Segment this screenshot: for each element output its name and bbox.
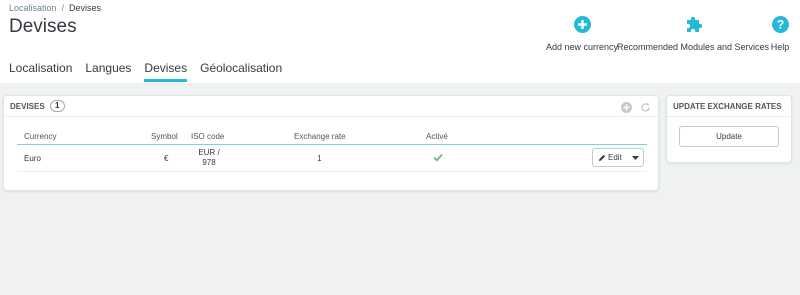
add-icon[interactable]	[618, 100, 634, 114]
edit-button-group: Edit	[592, 148, 644, 167]
tab-devises[interactable]: Devises	[144, 61, 188, 82]
table-header: Currency Symbol ISO code Exchange rate A…	[17, 127, 647, 145]
recommended-modules-button[interactable]: Recommended Modules and Services	[617, 12, 769, 52]
add-new-currency-button[interactable]: Add new currency	[546, 12, 618, 52]
update-button[interactable]: Update	[679, 126, 779, 147]
add-new-currency-label: Add new currency	[545, 42, 619, 52]
breadcrumb: Localisation / Devises	[9, 3, 101, 13]
tab-geolocalisation[interactable]: Géolocalisation	[200, 61, 282, 82]
cell-exchange-rate: 1	[317, 154, 322, 163]
tab-langues[interactable]: Langues	[85, 61, 131, 82]
panel-actions	[615, 100, 653, 114]
cell-iso-code: EUR / 978	[197, 148, 221, 168]
currencies-panel: Devises 1 Currency Symbol ISO code Excha…	[3, 95, 659, 191]
tabs: Localisation Langues Devises Géolocalisa…	[9, 61, 295, 82]
tab-localisation[interactable]: Localisation	[9, 61, 72, 82]
cell-currency: Euro	[24, 154, 41, 163]
iso-code-line2: 978	[202, 158, 216, 167]
help-button[interactable]: ? Help	[769, 12, 791, 52]
col-exchange-rate[interactable]: Exchange rate	[294, 132, 346, 141]
cell-symbol: €	[164, 154, 169, 163]
caret-down-icon[interactable]	[627, 149, 643, 166]
currencies-panel-title: Devises	[10, 101, 45, 111]
exchange-rates-panel: Update exchange rates Update	[666, 95, 792, 163]
edit-button-label: Edit	[608, 153, 622, 162]
table-row[interactable]: Euro € EUR / 978 1 Edit	[17, 145, 647, 172]
col-currency[interactable]: Currency	[24, 132, 56, 141]
plus-circle-icon	[573, 12, 591, 36]
currencies-table: Currency Symbol ISO code Exchange rate A…	[17, 127, 647, 172]
puzzle-icon	[684, 12, 703, 36]
page-title: Devises	[9, 16, 77, 37]
currency-count-badge: 1	[49, 100, 65, 112]
edit-button[interactable]: Edit	[593, 149, 627, 166]
help-circle-icon: ?	[771, 12, 789, 36]
exchange-rates-panel-heading: Update exchange rates	[667, 96, 791, 117]
breadcrumb-current: Devises	[69, 3, 102, 13]
col-symbol[interactable]: Symbol	[151, 132, 178, 141]
pencil-icon	[598, 154, 606, 162]
exchange-rates-panel-title: Update exchange rates	[673, 101, 782, 111]
col-iso-code[interactable]: ISO code	[191, 132, 224, 141]
breadcrumb-parent[interactable]: Localisation	[9, 3, 57, 13]
col-active[interactable]: Activé	[426, 132, 448, 141]
breadcrumb-separator: /	[61, 3, 65, 13]
check-icon[interactable]	[433, 153, 443, 164]
refresh-icon[interactable]	[637, 100, 653, 114]
svg-text:?: ?	[776, 17, 783, 31]
recommended-modules-label: Recommended Modules and Services	[616, 42, 770, 52]
currencies-panel-heading: Devises 1	[4, 96, 658, 117]
page-header: Localisation / Devises Devises Add new cur…	[0, 0, 800, 83]
iso-code-line1: EUR /	[198, 148, 220, 157]
help-label: Help	[770, 42, 790, 52]
